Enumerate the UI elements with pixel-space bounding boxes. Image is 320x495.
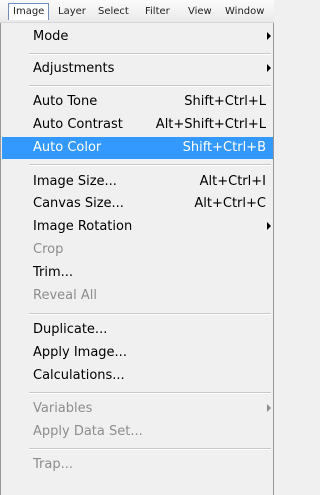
menu-item-label: Canvas Size... <box>33 196 124 211</box>
menubar-view[interactable]: View <box>184 3 216 20</box>
menu-item-calculations[interactable]: Calculations... <box>2 365 273 387</box>
menu-item-label: Auto Color <box>33 140 102 155</box>
menu-item-auto-color[interactable]: Auto Color Shift+Ctrl+B <box>2 137 273 159</box>
menubar-filter[interactable]: Filter <box>141 3 174 20</box>
menu-item-label: Apply Data Set... <box>33 424 143 439</box>
menu-item-auto-contrast[interactable]: Auto Contrast Alt+Shift+Ctrl+L <box>2 114 273 136</box>
menu-separator <box>29 53 271 55</box>
menu-item-mode[interactable]: Mode <box>2 26 273 48</box>
menu-separator <box>29 313 271 315</box>
menu-item-label: Auto Tone <box>33 94 98 109</box>
menu-item-label: Apply Image... <box>33 345 127 360</box>
menu-item-shortcut: Alt+Ctrl+I <box>199 174 266 189</box>
menu-item-shortcut: Shift+Ctrl+B <box>182 140 266 155</box>
image-menu-dropdown: Mode Adjustments Auto Tone Shift+Ctrl+L … <box>0 23 274 495</box>
menu-item-label: Mode <box>33 29 69 44</box>
menu-item-trim[interactable]: Trim... <box>2 262 273 284</box>
menu-separator <box>29 448 271 450</box>
menubar-select[interactable]: Select <box>94 3 133 20</box>
menubar-window[interactable]: Window <box>221 3 268 20</box>
menu-item-crop[interactable]: Crop <box>2 239 273 261</box>
menu-item-reveal-all[interactable]: Reveal All <box>2 285 273 307</box>
menu-separator <box>29 164 271 166</box>
menu-item-apply-image[interactable]: Apply Image... <box>2 342 273 364</box>
menu-item-variables[interactable]: Variables <box>2 398 273 420</box>
menu-item-shortcut: Shift+Ctrl+L <box>184 94 266 109</box>
menu-item-image-rotation[interactable]: Image Rotation <box>2 216 273 238</box>
menu-item-label: Trap... <box>33 457 73 472</box>
menu-item-duplicate[interactable]: Duplicate... <box>2 319 273 341</box>
menu-item-label: Variables <box>33 401 93 416</box>
menu-item-label: Calculations... <box>33 368 125 383</box>
submenu-arrow-icon <box>267 222 271 230</box>
menu-separator <box>29 392 271 394</box>
menu-separator <box>29 85 271 87</box>
submenu-arrow-icon <box>267 32 271 40</box>
menu-item-label: Duplicate... <box>33 322 108 337</box>
menu-item-label: Crop <box>33 242 64 257</box>
submenu-arrow-icon <box>267 64 271 72</box>
menu-item-label: Reveal All <box>33 288 97 303</box>
menu-item-image-size[interactable]: Image Size... Alt+Ctrl+I <box>2 171 273 193</box>
menu-item-trap[interactable]: Trap... <box>2 454 273 476</box>
menu-item-canvas-size[interactable]: Canvas Size... Alt+Ctrl+C <box>2 193 273 215</box>
menu-item-apply-data-set[interactable]: Apply Data Set... <box>2 421 273 443</box>
menu-item-label: Auto Contrast <box>33 117 123 132</box>
menu-item-label: Adjustments <box>33 61 115 76</box>
menubar-layer[interactable]: Layer <box>54 3 90 20</box>
menu-item-label: Image Size... <box>33 174 117 189</box>
menubar-image[interactable]: Image <box>8 3 50 20</box>
menu-item-shortcut: Alt+Ctrl+C <box>194 196 266 211</box>
menu-bar: Image Layer Select Filter View Window <box>0 0 274 23</box>
menu-item-shortcut: Alt+Shift+Ctrl+L <box>155 117 266 132</box>
submenu-arrow-icon <box>267 404 271 412</box>
menu-item-adjustments[interactable]: Adjustments <box>2 58 273 80</box>
menu-item-label: Image Rotation <box>33 219 133 234</box>
menu-item-label: Trim... <box>33 265 74 280</box>
menu-item-auto-tone[interactable]: Auto Tone Shift+Ctrl+L <box>2 91 273 113</box>
